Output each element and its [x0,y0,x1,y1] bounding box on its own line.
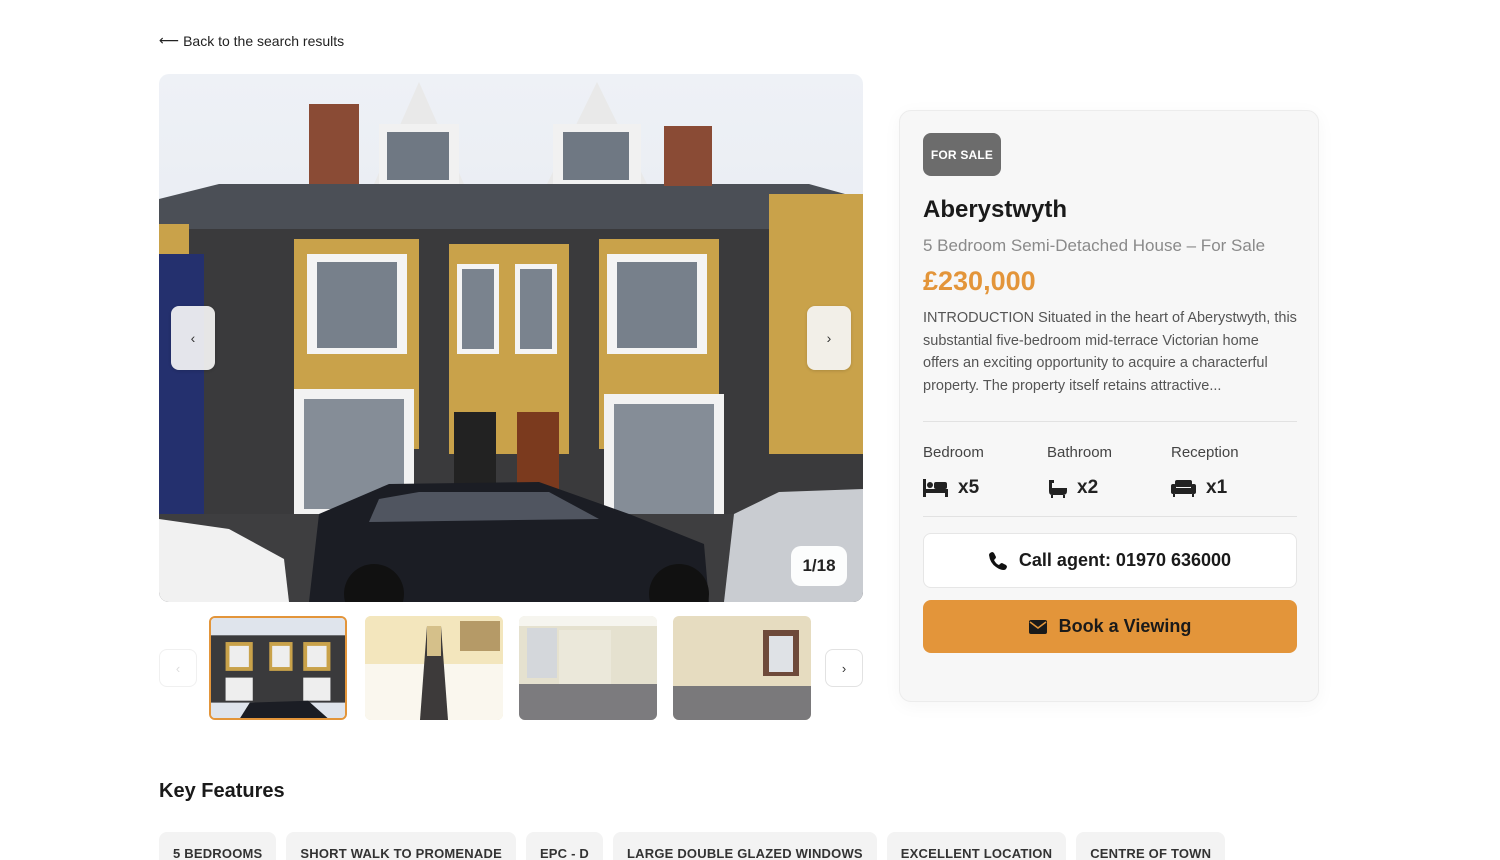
back-link-label: Back to the search results [183,32,345,49]
thumbnail-strip: ‹ › [159,616,863,720]
room-stats: Bedroom x5 Bathroom x2 Reception x1 [923,444,1295,500]
listing-description: INTRODUCTION Situated in the heart of Ab… [923,310,1297,394]
listing-summary-card: FOR SALE Aberystwyth 5 Bedroom Semi-Deta… [899,110,1319,702]
stat-bathroom: Bathroom x2 [1047,444,1171,500]
listing-price: £230,000 [923,266,1036,296]
envelope-icon [1028,619,1047,634]
sofa-icon [1171,479,1196,497]
listing-town: Aberystwyth [923,196,1068,223]
stat-value: x5 [958,477,980,498]
phone-icon [988,551,1007,570]
divider [923,421,1297,422]
call-agent-label: Call agent: 01970 636000 [1018,550,1232,570]
arrow-left-icon: ⟵ [159,32,180,48]
key-feature-chip: LARGE DOUBLE GLAZED WINDOWS [613,832,877,860]
back-to-results-link[interactable]: ⟵ Back to the search results [159,32,344,49]
house-front-photo [159,74,863,602]
book-viewing-label: Book a Viewing [1058,616,1192,636]
stat-value: x2 [1077,477,1099,498]
main-property-photo[interactable]: ‹ › 1/18 [159,74,863,602]
listing-subtitle: 5 Bedroom Semi-Detached House – For Sale [923,236,1266,255]
status-badge: FOR SALE [923,133,1001,176]
key-features-list: 5 BEDROOMS SHORT WALK TO PROMENADE EPC -… [159,832,1226,860]
thumbnail-room-window[interactable] [673,616,811,720]
room-bay-thumb-image [519,616,657,720]
thumbnail-room-bay[interactable] [519,616,657,720]
bed-icon [923,479,948,497]
gallery-prev-button[interactable]: ‹ [171,306,215,370]
room-window-thumb-image [673,616,811,720]
thumbnail-prev-button[interactable]: ‹ [159,649,197,687]
bath-icon [1049,480,1067,498]
key-feature-chip: EPC - D [525,832,604,860]
thumbnail-next-button[interactable]: › [825,649,863,687]
call-agent-button[interactable]: Call agent: 01970 636000 [923,533,1297,588]
thumbnail-hallway[interactable] [365,616,503,720]
stat-value: x1 [1206,477,1228,498]
key-feature-chip: EXCELLENT LOCATION [886,832,1067,860]
stat-bedroom: Bedroom x5 [923,444,1047,500]
key-feature-chip: 5 BEDROOMS [159,832,277,860]
gallery-next-button[interactable]: › [807,306,851,370]
photo-counter: 1/18 [791,546,847,586]
stat-label: Reception [1171,444,1239,461]
stat-label: Bathroom [1047,444,1113,461]
stat-reception: Reception x1 [1171,444,1295,500]
book-viewing-button[interactable]: Book a Viewing [923,600,1297,653]
key-features-heading: Key Features [159,780,285,802]
divider [923,516,1297,517]
key-feature-chip: SHORT WALK TO PROMENADE [286,832,516,860]
house-front-thumb-image [211,618,345,718]
hallway-thumb-image [365,616,503,720]
thumbnail-house-front[interactable] [209,616,347,720]
key-feature-chip: CENTRE OF TOWN [1076,832,1226,860]
stat-label: Bedroom [923,444,984,461]
